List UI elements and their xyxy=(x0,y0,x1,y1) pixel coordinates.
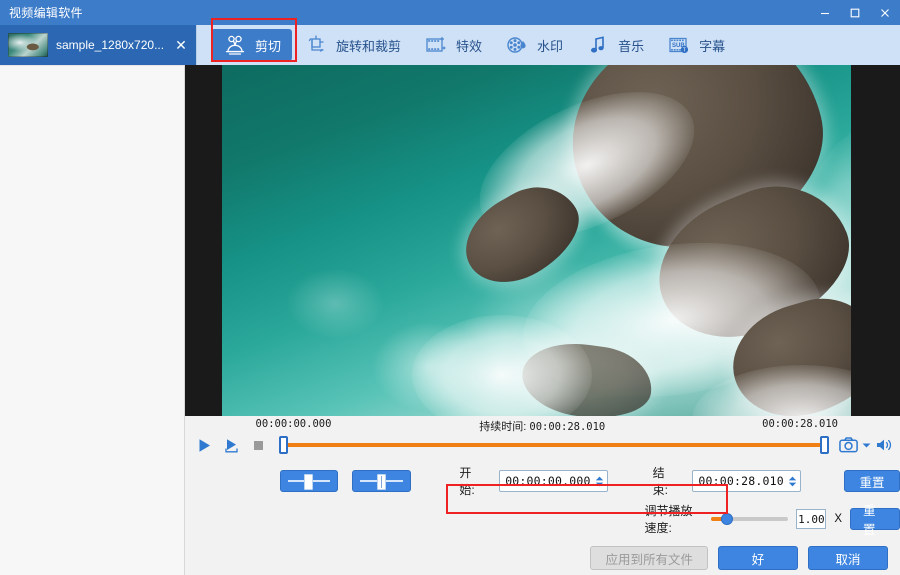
minimize-button[interactable] xyxy=(810,0,840,25)
stop-icon[interactable] xyxy=(249,435,269,455)
set-end-marker-icon[interactable] xyxy=(352,470,411,492)
file-list: sample_1280x720... ✕ xyxy=(0,25,197,65)
end-time-stepper[interactable] xyxy=(788,476,797,487)
tab-watermark[interactable]: 水印 xyxy=(493,29,574,61)
video-frame xyxy=(222,65,851,416)
side-panel xyxy=(0,65,185,575)
controls-panel: 开始: 00:00:00.000 结束: 00:00:28.010 xyxy=(185,460,900,575)
title-bar: 视频编辑软件 xyxy=(0,0,900,25)
tool-tabs: 剪切 旋转和裁剪 xyxy=(197,25,900,65)
speed-slider[interactable] xyxy=(711,511,789,527)
set-start-marker-icon[interactable] xyxy=(280,470,339,492)
tab-subtitle[interactable]: SUB T 字幕 xyxy=(655,29,736,61)
trim-reset-button[interactable]: 重置 xyxy=(844,470,900,492)
subtitle-icon: SUB T xyxy=(666,33,692,57)
scissors-icon xyxy=(222,33,248,57)
timeline-start-label: 00:00:00.000 xyxy=(256,418,332,430)
speed-reset-button[interactable]: 重置 xyxy=(850,508,900,530)
tab-cut-label: 剪切 xyxy=(255,36,281,55)
file-list-item[interactable]: sample_1280x720... ✕ xyxy=(0,25,196,65)
start-time-value: 00:00:00.000 xyxy=(505,474,590,488)
timeline-end-label: 00:00:28.010 xyxy=(762,418,838,430)
cancel-button[interactable]: 取消 xyxy=(808,546,888,570)
tab-watermark-label: 水印 xyxy=(537,36,563,55)
chevron-down-icon[interactable] xyxy=(861,435,872,455)
start-time-stepper[interactable] xyxy=(595,476,604,487)
speed-value-input[interactable]: 1.00 xyxy=(796,509,826,529)
tab-music-label: 音乐 xyxy=(618,36,644,55)
tab-effects[interactable]: 特效 xyxy=(412,29,493,61)
timeline-controls xyxy=(189,432,896,458)
timeline-labels: 00:00:00.000 持续时间: 00:00:28.010 00:00:28… xyxy=(189,416,896,432)
play-segment-icon[interactable] xyxy=(222,435,242,455)
close-button[interactable] xyxy=(870,0,900,25)
music-note-icon xyxy=(585,33,611,57)
timeline-right-controls xyxy=(839,435,896,455)
file-thumbnail-icon xyxy=(8,33,48,57)
crop-rotate-icon xyxy=(303,33,329,57)
camera-icon[interactable] xyxy=(839,435,859,455)
timeline-duration-label: 持续时间: xyxy=(479,421,526,433)
tab-rotate-crop-label: 旋转和裁剪 xyxy=(336,36,401,55)
timeline-duration-value: 00:00:28.010 xyxy=(529,421,605,433)
window-controls xyxy=(810,0,900,25)
trim-handle-left[interactable] xyxy=(279,436,288,454)
trim-handle-right[interactable] xyxy=(820,436,829,454)
end-time-input[interactable]: 00:00:28.010 xyxy=(692,470,800,492)
timeline-duration: 持续时间: 00:00:28.010 xyxy=(479,418,605,434)
application-window: 视频编辑软件 sample_1280x720... ✕ xyxy=(0,0,900,556)
maximize-button[interactable] xyxy=(840,0,870,25)
tab-subtitle-label: 字幕 xyxy=(699,36,725,55)
start-time-input[interactable]: 00:00:00.000 xyxy=(499,470,607,492)
window-title: 视频编辑软件 xyxy=(0,4,83,21)
end-time-value: 00:00:28.010 xyxy=(698,474,783,488)
film-effects-icon xyxy=(423,33,449,57)
speed-unit-label: X xyxy=(834,513,842,525)
editor-stage: 00:00:00.000 持续时间: 00:00:28.010 00:00:28… xyxy=(185,65,900,575)
toolbar-row: sample_1280x720... ✕ 剪切 xyxy=(0,25,900,65)
timeline: 00:00:00.000 持续时间: 00:00:28.010 00:00:28… xyxy=(185,416,900,460)
end-time-label: 结束: xyxy=(653,464,679,498)
tab-cut[interactable]: 剪切 xyxy=(211,29,292,61)
tab-rotate-crop[interactable]: 旋转和裁剪 xyxy=(292,29,412,61)
dialog-footer: 应用到所有文件 好 取消 xyxy=(185,541,900,575)
play-icon[interactable] xyxy=(195,435,215,455)
close-icon[interactable]: ✕ xyxy=(172,38,190,52)
tab-music[interactable]: 音乐 xyxy=(574,29,655,61)
main-body: 00:00:00.000 持续时间: 00:00:28.010 00:00:28… xyxy=(0,65,900,575)
volume-icon[interactable] xyxy=(874,435,894,455)
apply-to-all-button[interactable]: 应用到所有文件 xyxy=(590,546,708,570)
file-name-label: sample_1280x720... xyxy=(56,38,164,52)
timeline-track[interactable] xyxy=(279,435,829,455)
watermark-icon xyxy=(504,33,530,57)
speed-label: 调节播放速度: xyxy=(645,502,703,536)
ok-button[interactable]: 好 xyxy=(718,546,798,570)
trim-row: 开始: 00:00:00.000 结束: 00:00:28.010 xyxy=(185,466,900,496)
start-time-label: 开始: xyxy=(459,464,485,498)
speed-row: 调节播放速度: 1.00 X 重置 xyxy=(185,504,900,534)
speed-slider-knob[interactable] xyxy=(721,513,733,525)
tab-effects-label: 特效 xyxy=(456,36,482,55)
video-preview-area[interactable] xyxy=(185,65,900,416)
timeline-track-fill xyxy=(285,443,823,447)
